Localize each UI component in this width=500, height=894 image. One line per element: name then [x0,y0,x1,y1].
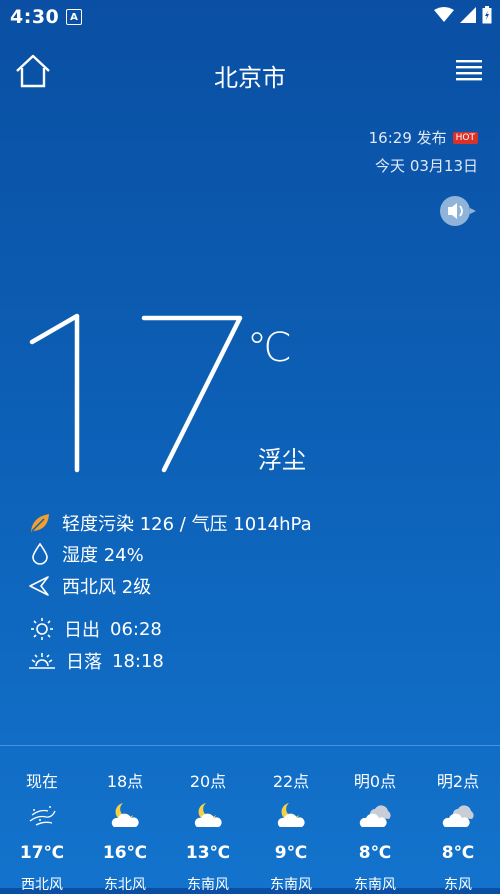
forecast-time: 22点 [272,772,310,791]
pollution-row: 轻度污染 126 / 气压 1014hPa [28,510,312,536]
speaker-icon [440,196,476,226]
moon-cloud-icon [111,803,139,827]
publish-time-text: 16:29 发布 [368,129,447,147]
forecast-wind: 西北风 [21,877,63,893]
moon-cloud-icon [194,803,222,827]
notification-a-icon: A [66,9,82,25]
status-icons [434,6,492,24]
wind-text: 西北风 2级 [62,577,152,598]
hourly-forecast[interactable]: 现在 17℃ 西北风 18点 16℃ 东北风 20点 13℃ 东南风 22点 9… [0,745,500,893]
forecast-time: 20点 [189,772,227,791]
forecast-temp: 13℃ [185,843,231,863]
forecast-time: 明0点 [353,772,397,791]
leaf-icon [31,514,49,532]
weather-condition: 浮尘 [258,446,306,474]
humidity-row: 湿度 24% [28,541,144,567]
wind-row: 西北风 2级 [28,573,151,599]
sunrise-label: 日出 [64,620,100,641]
sunrise-row: 日出 06:28 [30,616,162,642]
dust-icon [29,806,56,826]
pollution-text: 轻度污染 126 / 气压 1014hPa [62,514,312,535]
forecast-wind: 东南风 [354,877,396,893]
menu-button[interactable] [456,58,484,84]
forecast-wind: 东南风 [270,877,312,893]
battery-icon [482,6,492,24]
forecast-temp: 8℃ [441,843,475,863]
forecast-wind: 东风 [444,877,472,893]
cloudy-icon [359,805,391,827]
forecast-time: 现在 [25,772,58,791]
forecast-wind: 东北风 [104,877,146,893]
cloudy-icon [442,805,474,827]
forecast-temp: 17℃ [19,843,65,863]
sunset-label: 日落 [66,652,102,673]
menu-icon [456,60,482,81]
wifi-icon [434,7,454,22]
forecast-time: 18点 [106,772,144,791]
sunset-row: 日落 18:18 [28,648,164,674]
publish-time: 16:29 发布 HOT [369,127,478,148]
drop-icon [32,542,48,565]
forecast-temp: 16℃ [102,843,148,863]
temperature-unit: ℃ [247,325,292,371]
status-time: 4:30 [10,6,60,28]
moon-cloud-icon [277,803,305,827]
signal-icon [460,7,476,23]
publish-date: 今天 03月13日 [375,157,478,175]
current-temperature-graphic [29,313,243,473]
sunset-time: 18:18 [112,650,164,672]
city-title[interactable]: 北京市 [0,58,500,93]
hot-badge: HOT [452,131,478,144]
forecast-temp: 9℃ [274,843,308,863]
speaker-button[interactable] [440,196,476,226]
sunrise-time: 06:28 [110,618,162,640]
forecast-wind: 东南风 [187,877,229,893]
sunrise-icon [31,618,53,640]
humidity-text: 湿度 24% [62,545,144,566]
forecast-temp: 8℃ [358,843,392,863]
forecast-time: 明2点 [436,772,480,791]
sunset-icon [29,653,55,669]
wind-direction-icon [29,576,49,596]
